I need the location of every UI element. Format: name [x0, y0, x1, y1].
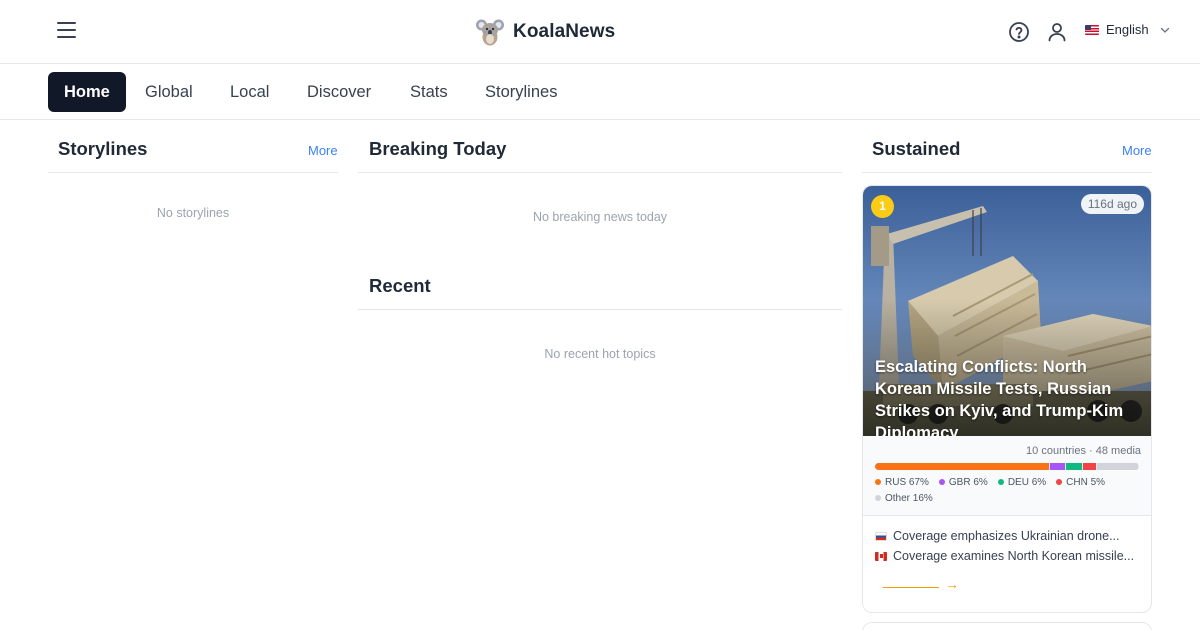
story-age-badge: 116d ago — [1080, 194, 1144, 214]
distribution-segment-gbr — [1049, 463, 1066, 470]
chevron-down-icon — [1160, 27, 1169, 33]
distribution-segment-chn — [1082, 463, 1096, 470]
brand-name: KoalaNews — [513, 21, 616, 42]
story-image: 1 116d ago Escalating Conflicts: North K… — [863, 186, 1151, 436]
divider — [862, 172, 1152, 173]
recent-empty-text: No recent hot topics — [544, 347, 656, 361]
legend-label: GBR 6% — [948, 476, 988, 488]
user-icon[interactable] — [1045, 20, 1069, 44]
legend-item-rus: RUS 67% — [875, 476, 929, 488]
sustained-heading: Sustained — [872, 138, 961, 159]
legend-dot — [875, 479, 881, 485]
storylines-more-link[interactable]: More — [308, 143, 338, 158]
russia-flag-icon — [875, 531, 887, 541]
top-header: KoalaNews English — [0, 0, 1200, 64]
nav-tab-local[interactable]: Local — [214, 72, 285, 112]
country-legend: RUS 67% GBR 6% DEU 6% CHN 5% Other 16% — [875, 476, 1141, 504]
coverage-item[interactable]: Coverage examines North Korean missile..… — [875, 549, 1134, 563]
hamburger-menu-icon[interactable] — [52, 16, 80, 44]
breaking-empty-text: No breaking news today — [532, 210, 668, 224]
story-title[interactable]: Escalating Conflicts: North Korean Missi… — [875, 356, 1143, 436]
legend-item-gbr: GBR 6% — [938, 476, 988, 488]
storylines-empty-text: No storylines — [156, 206, 230, 220]
koala-logo-icon — [476, 19, 504, 46]
language-selector[interactable]: English — [1085, 22, 1171, 37]
legend-dot — [875, 495, 881, 501]
distribution-segment-rus — [875, 463, 1049, 470]
arrow-right-icon: → — [945, 576, 959, 592]
storylines-heading: Storylines — [58, 138, 148, 159]
nav-tab-home[interactable]: Home — [48, 72, 126, 112]
sustained-story-card[interactable]: 1 116d ago Escalating Conflicts: North K… — [862, 185, 1152, 613]
breaking-today-heading: Breaking Today — [369, 138, 507, 159]
legend-label: CHN 5% — [1066, 476, 1106, 488]
coverage-item[interactable]: Coverage emphasizes Ukrainian drone... — [875, 529, 1120, 543]
divider — [48, 172, 338, 173]
coverage-text: Coverage emphasizes Ukrainian drone... — [893, 529, 1120, 543]
underline — [883, 586, 939, 588]
us-flag-icon — [1085, 24, 1099, 35]
legend-label: DEU 6% — [1007, 476, 1047, 488]
coverage-meta: 10 countries · 48 media — [1026, 445, 1141, 457]
distribution-segment-deu — [1066, 463, 1082, 470]
coverage-text: Coverage examines North Korean missile..… — [893, 549, 1135, 563]
legend-dot — [938, 479, 945, 485]
canada-flag-icon — [875, 551, 887, 561]
brand-logo[interactable]: KoalaNews — [475, 17, 615, 47]
legend-item-chn: CHN 5% — [1056, 476, 1105, 488]
divider — [358, 309, 842, 310]
distribution-segment-other — [1096, 463, 1138, 470]
nav-tab-stats[interactable]: Stats — [394, 72, 464, 112]
sustained-more-link[interactable]: More — [1122, 143, 1152, 158]
divider — [358, 172, 842, 173]
nav-tab-global[interactable]: Global — [129, 72, 209, 112]
language-label: English — [1106, 22, 1149, 37]
read-more-link[interactable]: → — [883, 576, 959, 592]
recent-heading: Recent — [369, 275, 431, 296]
legend-label: RUS 67% — [885, 476, 929, 488]
help-icon[interactable] — [1007, 20, 1031, 44]
legend-item-deu: DEU 6% — [997, 476, 1047, 488]
legend-item-other: Other 16% — [875, 492, 933, 504]
country-distribution-bar — [875, 463, 1139, 470]
legend-dot — [1056, 479, 1063, 485]
legend-label: Other 16% — [885, 492, 933, 504]
rank-badge: 1 — [871, 195, 894, 218]
nav-tab-discover[interactable]: Discover — [291, 72, 387, 112]
coverage-stats-panel: 10 countries · 48 media RUS 67% GBR 6% DEU… — [863, 436, 1151, 516]
legend-dot — [997, 479, 1004, 485]
next-story-card[interactable] — [862, 622, 1152, 630]
main-nav: Home Global Local Discover Stats Storyli… — [0, 64, 1200, 120]
nav-tab-storylines[interactable]: Storylines — [469, 72, 573, 112]
